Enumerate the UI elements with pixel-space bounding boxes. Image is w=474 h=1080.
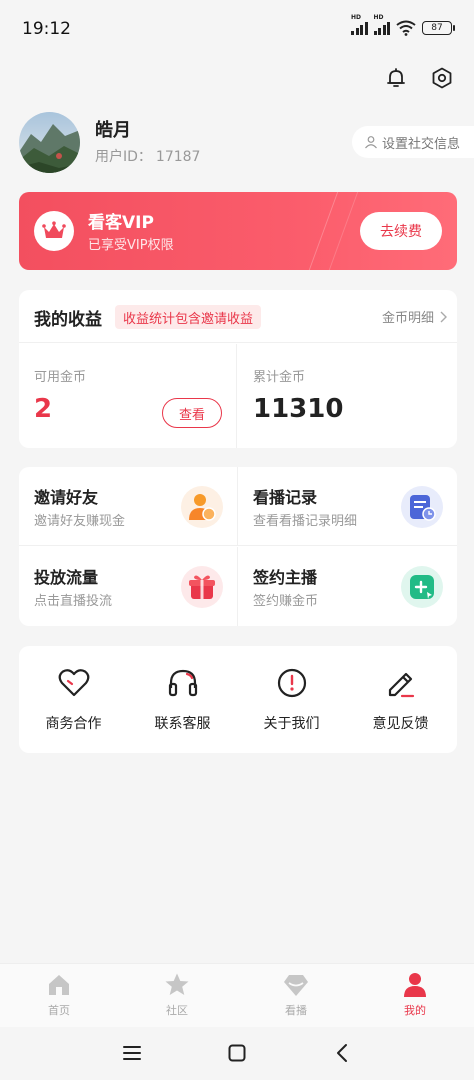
tab-watch[interactable]: 看播 bbox=[237, 964, 355, 1028]
vip-subtitle: 已享受VIP权限 bbox=[88, 238, 174, 253]
tab-mine[interactable]: 我的 bbox=[356, 964, 474, 1028]
heart-icon bbox=[57, 666, 91, 700]
set-social-info-label: 设置社交信息 bbox=[381, 136, 460, 152]
header-actions bbox=[384, 66, 454, 90]
services-row: 商务合作 联系客服 关于我们 意见反馈 bbox=[19, 646, 457, 753]
status-icons: HD HD 87 bbox=[351, 14, 455, 36]
feature-grid: 邀请好友 邀请好友赚现金 看播记录 查看看播记录明细 投放流量 点击直播投流 签… bbox=[19, 467, 457, 626]
feature-title: 邀请好友 bbox=[34, 488, 99, 507]
user-icon bbox=[365, 136, 377, 149]
vip-banner[interactable]: 看客VIP 已享受VIP权限 去续费 bbox=[19, 192, 457, 270]
star-icon bbox=[164, 972, 190, 998]
watch-history-item[interactable]: 看播记录 查看看播记录明细 bbox=[238, 467, 457, 546]
service-label: 意见反馈 bbox=[372, 716, 429, 732]
available-coins: 可用金币 2 查看 bbox=[19, 344, 237, 448]
bottom-tab-bar: 首页 社区 看播 我的 bbox=[0, 963, 474, 1027]
nickname: 皓月 bbox=[95, 120, 131, 141]
feature-subtitle: 邀请好友赚现金 bbox=[34, 514, 126, 529]
business-cooperation-item[interactable]: 商务合作 bbox=[19, 646, 128, 753]
feature-subtitle: 点击直播投流 bbox=[34, 594, 113, 609]
available-coins-value: 2 bbox=[34, 394, 53, 424]
invite-friend-icon bbox=[181, 486, 223, 528]
home-square-icon[interactable] bbox=[225, 1041, 249, 1065]
diamond-icon bbox=[283, 972, 309, 998]
sign-streamer-item[interactable]: 签约主播 签约赚金币 bbox=[238, 547, 457, 626]
view-button[interactable]: 查看 bbox=[162, 398, 222, 428]
system-nav-bar bbox=[0, 1027, 474, 1080]
tab-home[interactable]: 首页 bbox=[0, 964, 118, 1028]
info-icon bbox=[275, 666, 309, 700]
status-time: 19:12 bbox=[22, 19, 71, 39]
chevron-right-icon bbox=[440, 311, 447, 322]
earnings-header: 我的收益 收益统计包含邀请收益 金币明细 bbox=[19, 290, 457, 343]
about-us-item[interactable]: 关于我们 bbox=[237, 646, 346, 753]
total-coins-label: 累计金币 bbox=[253, 370, 306, 385]
home-icon bbox=[46, 972, 72, 998]
battery-icon: 87 bbox=[422, 21, 455, 35]
vip-title: 看客VIP bbox=[88, 213, 154, 233]
tab-label: 首页 bbox=[48, 1004, 70, 1017]
user-id: 用户ID： 17187 bbox=[95, 149, 201, 165]
service-label: 商务合作 bbox=[45, 716, 102, 732]
feature-subtitle: 查看看播记录明细 bbox=[253, 514, 358, 529]
earnings-tag: 收益统计包含邀请收益 bbox=[115, 305, 262, 329]
invite-friends-item[interactable]: 邀请好友 邀请好友赚现金 bbox=[19, 467, 238, 546]
watch-history-icon bbox=[401, 486, 443, 528]
signal-icon: HD bbox=[351, 14, 368, 35]
tab-label: 我的 bbox=[404, 1004, 426, 1017]
service-label: 关于我们 bbox=[263, 716, 320, 732]
coin-detail-link[interactable]: 金币明细 bbox=[382, 307, 447, 326]
tab-community[interactable]: 社区 bbox=[118, 964, 236, 1028]
feature-title: 投放流量 bbox=[34, 568, 99, 587]
settings-icon[interactable] bbox=[430, 66, 454, 90]
tab-label: 看播 bbox=[285, 1004, 307, 1017]
available-coins-label: 可用金币 bbox=[34, 370, 87, 385]
bell-icon[interactable] bbox=[384, 66, 408, 90]
status-bar: 19:12 HD HD 87 bbox=[0, 0, 474, 60]
total-coins: 累计金币 11310 bbox=[238, 344, 457, 448]
pencil-icon bbox=[384, 666, 418, 700]
service-label: 联系客服 bbox=[154, 716, 211, 732]
feature-title: 签约主播 bbox=[253, 568, 318, 587]
earnings-title: 我的收益 bbox=[34, 310, 102, 330]
crown-icon bbox=[34, 211, 74, 251]
tab-label: 社区 bbox=[166, 1004, 188, 1017]
back-icon[interactable] bbox=[330, 1041, 354, 1065]
renew-button[interactable]: 去续费 bbox=[360, 212, 442, 250]
feature-subtitle: 签约赚金币 bbox=[253, 594, 319, 609]
sign-streamer-icon bbox=[401, 566, 443, 608]
traffic-promotion-item[interactable]: 投放流量 点击直播投流 bbox=[19, 547, 238, 626]
earnings-card: 我的收益 收益统计包含邀请收益 金币明细 可用金币 2 查看 累计金币 1131… bbox=[19, 290, 457, 448]
set-social-info-button[interactable]: 设置社交信息 bbox=[351, 126, 474, 158]
avatar[interactable] bbox=[19, 112, 80, 173]
signal-icon: HD bbox=[373, 14, 390, 35]
gift-icon bbox=[181, 566, 223, 608]
profile-section: 皓月 用户ID： 17187 设置社交信息 bbox=[19, 110, 474, 176]
wifi-icon bbox=[396, 20, 416, 36]
profile-icon bbox=[402, 972, 428, 998]
feature-title: 看播记录 bbox=[253, 488, 318, 507]
feedback-item[interactable]: 意见反馈 bbox=[346, 646, 455, 753]
customer-service-item[interactable]: 联系客服 bbox=[128, 646, 237, 753]
total-coins-value: 11310 bbox=[253, 394, 344, 424]
menu-icon[interactable] bbox=[120, 1041, 144, 1065]
headset-icon bbox=[166, 666, 200, 700]
coin-detail-label: 金币明细 bbox=[381, 311, 434, 326]
